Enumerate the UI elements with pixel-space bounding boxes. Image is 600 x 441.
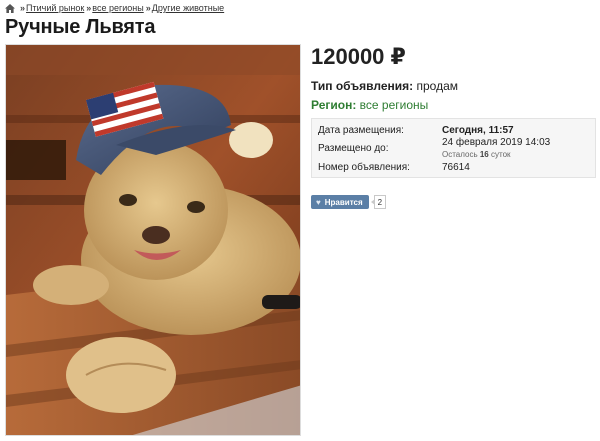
- page-title: Ручные Львята: [5, 16, 156, 38]
- listing-price: 120000 ₽: [311, 44, 406, 69]
- remaining-days: 16: [479, 150, 489, 159]
- breadcrumb-separator: »: [145, 3, 151, 13]
- listing-type-value: продам: [416, 79, 459, 93]
- remaining-prefix: Осталось: [442, 150, 478, 159]
- number-label: Номер объявления:: [318, 162, 410, 173]
- number-value: 76614: [442, 162, 470, 173]
- listing-type-label: Тип объявления:: [311, 79, 414, 93]
- listing-photo[interactable]: [5, 44, 301, 436]
- like-widget: ♥ Нравится 2: [311, 195, 387, 209]
- remaining-suffix: суток: [491, 150, 511, 159]
- breadcrumb-link-bird-market[interactable]: Птичий рынок: [26, 3, 84, 13]
- until-value: 24 февраля 2019 14:03: [442, 137, 551, 148]
- home-icon[interactable]: [5, 3, 15, 13]
- posted-label: Дата размещения:: [318, 125, 404, 136]
- listing-info-box: Дата размещения: Сегодня, 11:57 Размещен…: [311, 118, 596, 178]
- like-button-label: Нравится: [324, 197, 363, 207]
- until-label: Размещено до:: [318, 143, 389, 154]
- heart-icon: ♥: [316, 197, 321, 207]
- like-count: 2: [370, 195, 387, 209]
- listing-type: Тип объявления: продам: [311, 79, 458, 93]
- listing-region-label: Регион:: [311, 98, 357, 112]
- breadcrumb: » Птичий рынок » все регионы » Другие жи…: [5, 3, 224, 13]
- listing-region: Регион: все регионы: [311, 98, 428, 112]
- breadcrumb-separator: »: [86, 3, 92, 13]
- breadcrumb-separator: »: [20, 3, 26, 13]
- breadcrumb-link-other-animals[interactable]: Другие животные: [152, 3, 224, 13]
- listing-region-value[interactable]: все регионы: [360, 98, 429, 112]
- like-button[interactable]: ♥ Нравится: [311, 195, 369, 209]
- posted-value: Сегодня, 11:57: [442, 125, 514, 136]
- remaining-time: Осталось 16 суток: [442, 150, 511, 159]
- breadcrumb-link-all-regions[interactable]: все регионы: [92, 3, 143, 13]
